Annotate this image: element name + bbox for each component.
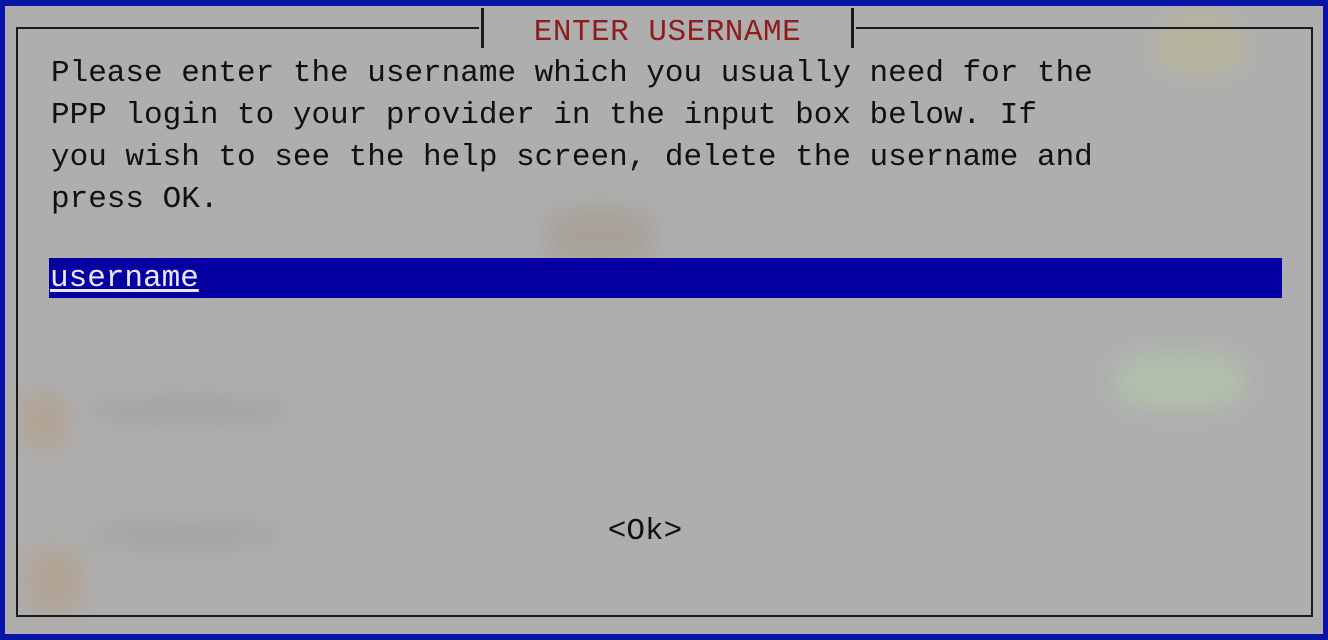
dialog-title: ENTER USERNAME [533, 15, 802, 50]
terminal-screen: ENTER USERNAME Please enter the username… [0, 0, 1328, 640]
username-input[interactable]: username [49, 258, 1282, 298]
ok-button[interactable]: <Ok> [565, 515, 725, 549]
username-input-value[interactable]: username [50, 262, 199, 296]
username-dialog: ENTER USERNAME Please enter the username… [5, 6, 1323, 634]
dialog-message: Please enter the username which you usua… [51, 56, 1093, 217]
dialog-title-box: ENTER USERNAME [479, 8, 856, 50]
title-bar-right [851, 8, 854, 48]
